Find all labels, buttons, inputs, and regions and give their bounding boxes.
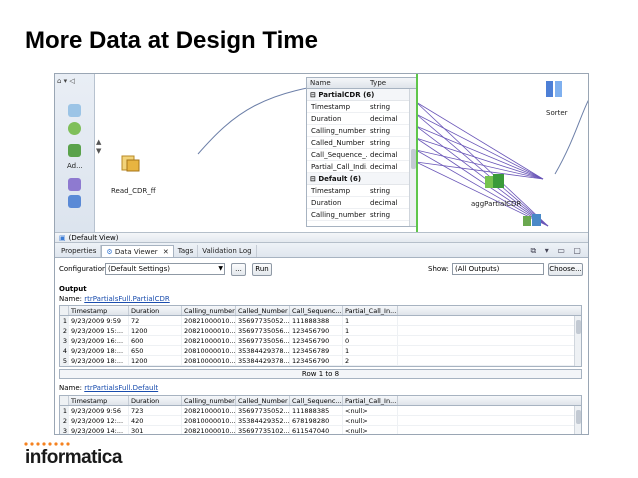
port-row[interactable]: Called_Number string bbox=[307, 137, 416, 149]
sorter-icon[interactable] bbox=[544, 79, 564, 99]
configuration-more-button[interactable]: ... bbox=[231, 263, 246, 276]
port-table-header: Name Type bbox=[307, 78, 416, 89]
table-row[interactable]: 4 9/23/2009 18:... 650 20810000010... 353844… bbox=[60, 346, 581, 356]
close-icon[interactable]: ✕ bbox=[163, 248, 169, 256]
row-pager[interactable]: Row 1 to 8 bbox=[59, 369, 582, 379]
port-row[interactable]: Duration decimal bbox=[307, 113, 416, 125]
table-row[interactable]: 3 9/23/2009 14:... 301 20821000010... 356977… bbox=[60, 426, 581, 434]
choose-button[interactable]: Choose... bbox=[548, 263, 583, 276]
view-menu-icons[interactable]: ⧉ ▾ ▭ ▢ bbox=[531, 246, 584, 256]
output-grid-default[interactable]: Timestamp Duration Calling_number Called… bbox=[59, 395, 582, 434]
run-button[interactable]: Run bbox=[252, 263, 272, 276]
aggregator-icon[interactable] bbox=[484, 172, 506, 192]
read-node-label: Read_CDR_ff bbox=[111, 187, 156, 195]
port-row[interactable]: Calling_number string bbox=[307, 125, 416, 137]
port-row[interactable]: Partial_Call_Indi... decimal bbox=[307, 161, 416, 173]
informatica-logo-text: informatica bbox=[25, 447, 122, 468]
port-row[interactable]: Calling_number string bbox=[307, 209, 416, 221]
table1-name-link[interactable]: rtrPartialsFull.PartialCDR bbox=[84, 295, 169, 303]
port-row[interactable]: Timestamp string bbox=[307, 101, 416, 113]
table2-name-line: Name: rtrPartialsFull.Default bbox=[59, 384, 159, 392]
default-view-label: (Default View) bbox=[68, 233, 119, 242]
grid-header: Timestamp Duration Calling_number Called… bbox=[60, 396, 581, 406]
grid-header: Timestamp Duration Calling_number Called… bbox=[60, 306, 581, 316]
port-group-default[interactable]: ⊟ Default (6) bbox=[307, 173, 416, 185]
table-row[interactable]: 3 9/23/2009 16:... 600 20821000010... 356977… bbox=[60, 336, 581, 346]
palette-toolbar-icon[interactable]: ⌂ ▾ ◁ bbox=[57, 77, 75, 85]
show-label: Show: bbox=[428, 265, 449, 273]
palette-router-icon[interactable] bbox=[68, 178, 81, 191]
palette-source-icon[interactable] bbox=[68, 104, 81, 117]
palette-filter-icon[interactable] bbox=[68, 122, 81, 135]
table2-name-link[interactable]: rtrPartialsFull.Default bbox=[84, 384, 158, 392]
port-type-header: Type bbox=[370, 79, 387, 87]
slide-title: More Data at Design Time bbox=[25, 27, 318, 54]
port-table-scrollbar[interactable] bbox=[409, 89, 416, 226]
table-row[interactable]: 2 9/23/2009 15:... 1200 20821000010... 35697… bbox=[60, 326, 581, 336]
show-select[interactable]: (All Outputs) bbox=[452, 263, 544, 275]
table-row[interactable]: 1 9/23/2009 9:56 723 20821000010... 35697735… bbox=[60, 406, 581, 416]
router-port-table[interactable]: Name Type ⊟ PartialCDR (6) Timestamp stri… bbox=[306, 77, 417, 227]
table-row[interactable]: 1 9/23/2009 9:59 72 20821000010... 356977350… bbox=[60, 316, 581, 326]
bottom-tab-bar: Properties ⚙ Data Viewer ✕ Tags Validati… bbox=[55, 243, 588, 258]
configuration-label: Configuration: bbox=[59, 265, 109, 273]
tab-properties[interactable]: Properties bbox=[57, 245, 102, 257]
grid-scrollbar[interactable] bbox=[574, 406, 581, 434]
transformation-palette: ⌂ ▾ ◁ Ad... bbox=[55, 74, 95, 232]
aggregator-node-label: aggPartialCDR bbox=[471, 200, 522, 208]
port-row[interactable]: Timestamp string bbox=[307, 185, 416, 197]
output-title: Output bbox=[59, 285, 87, 293]
table-row[interactable]: 2 9/23/2009 12:... 420 20810000010... 353844… bbox=[60, 416, 581, 426]
designer-screenshot: ⌂ ▾ ◁ Ad... ▲ ▼ Read_CDR_ff Name Type ⊟ … bbox=[54, 73, 589, 435]
tab-tags[interactable]: Tags bbox=[174, 245, 199, 257]
port-row[interactable]: Duration decimal bbox=[307, 197, 416, 209]
port-row[interactable]: Call_Sequence_... decimal bbox=[307, 149, 416, 161]
view-icon: ▣ bbox=[59, 233, 66, 242]
palette-lookup-icon[interactable] bbox=[68, 195, 81, 208]
read-source-icon[interactable] bbox=[120, 154, 140, 172]
target-icon[interactable] bbox=[521, 212, 543, 228]
port-name-header: Name bbox=[310, 79, 331, 87]
output-panel: Output Name: rtrPartialsFull.PartialCDR … bbox=[55, 282, 588, 434]
table-row[interactable]: 5 9/23/2009 18:... 1200 20810000010... 35384… bbox=[60, 356, 581, 366]
output-grid-partialcdr[interactable]: Timestamp Duration Calling_number Called… bbox=[59, 305, 582, 367]
palette-aggregator-icon[interactable] bbox=[68, 144, 81, 157]
tab-data-viewer[interactable]: ⚙ Data Viewer ✕ bbox=[101, 245, 174, 257]
palette-item-label: Ad... bbox=[67, 162, 83, 170]
canvas-divider bbox=[416, 74, 418, 232]
chevron-down-icon: ▼ bbox=[218, 265, 223, 272]
grid-scrollbar[interactable] bbox=[574, 316, 581, 366]
sorter-node-label: Sorter bbox=[546, 109, 568, 117]
configuration-bar: Configuration: (Default Settings) ▼ ... R… bbox=[55, 258, 588, 280]
mapping-canvas[interactable]: ⌂ ▾ ◁ Ad... ▲ ▼ Read_CDR_ff Name Type ⊟ … bbox=[55, 74, 588, 232]
port-group-partialcdr[interactable]: ⊟ PartialCDR (6) bbox=[307, 89, 416, 101]
data-viewer-icon: ⚙ bbox=[106, 248, 113, 256]
tab-validation-log[interactable]: Validation Log bbox=[198, 245, 257, 257]
table1-name-line: Name: rtrPartialsFull.PartialCDR bbox=[59, 295, 170, 303]
configuration-select[interactable]: (Default Settings) ▼ bbox=[105, 263, 225, 275]
palette-scroll-arrows-icon[interactable]: ▲ ▼ bbox=[96, 138, 101, 156]
default-view-bar[interactable]: ▣ (Default View) bbox=[55, 232, 588, 243]
